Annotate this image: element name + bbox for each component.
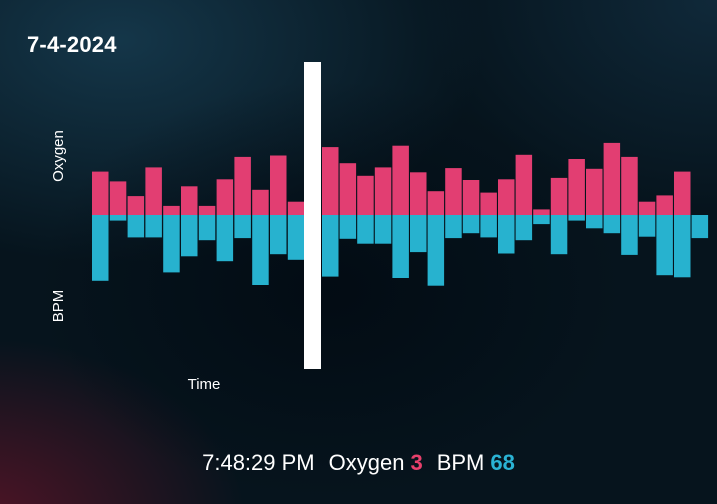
bpm-bar bbox=[638, 215, 656, 237]
bpm-bar bbox=[252, 215, 269, 285]
oxygen-bar bbox=[568, 159, 585, 215]
bpm-bar bbox=[674, 215, 691, 278]
oxygen-bar bbox=[109, 181, 127, 215]
status-time: 7:48:29 PM bbox=[202, 450, 315, 475]
status-bpm-label: BPM bbox=[436, 450, 485, 475]
bpm-bar bbox=[445, 215, 462, 239]
bpm-bar bbox=[550, 215, 568, 255]
bpm-bar bbox=[498, 215, 515, 254]
oxygen-bar bbox=[92, 171, 109, 215]
oxygen-bar bbox=[322, 147, 339, 215]
bpm-bar bbox=[480, 215, 497, 238]
bpm-bar bbox=[427, 215, 445, 286]
oxygen-bar bbox=[586, 168, 603, 215]
x-axis-label-time: Time bbox=[188, 376, 221, 393]
bpm-bar bbox=[515, 215, 533, 241]
oxygen-bar bbox=[674, 171, 691, 215]
oxygen-bar bbox=[145, 167, 162, 215]
bpm-bar bbox=[270, 215, 287, 255]
oxygen-bar bbox=[181, 186, 198, 215]
status-bpm-value: 68 bbox=[490, 450, 515, 475]
oxygen-bar bbox=[533, 209, 550, 215]
bpm-bars bbox=[92, 215, 709, 286]
oxygen-bar bbox=[357, 175, 374, 215]
bpm-bar bbox=[216, 215, 234, 262]
bpm-bar bbox=[691, 215, 709, 239]
bpm-bar bbox=[462, 215, 480, 234]
oxygen-bar bbox=[339, 163, 357, 215]
bpm-bar bbox=[163, 215, 180, 273]
oxygen-bar bbox=[621, 156, 638, 215]
oxygen-bar bbox=[216, 179, 234, 215]
oxygen-bar bbox=[656, 195, 673, 215]
bpm-bar bbox=[568, 215, 585, 221]
oxygen-bar bbox=[270, 155, 287, 215]
bpm-bar bbox=[339, 215, 357, 239]
oxygen-bar bbox=[392, 145, 409, 215]
oxygen-bar bbox=[198, 205, 216, 215]
bpm-bar bbox=[127, 215, 145, 238]
bpm-bar bbox=[145, 215, 162, 238]
oxygen-bar bbox=[638, 201, 656, 215]
bpm-bar bbox=[410, 215, 427, 253]
oxygen-bar bbox=[515, 154, 533, 215]
bpm-bar bbox=[374, 215, 392, 244]
bpm-bar bbox=[234, 215, 251, 239]
oxygen-bar bbox=[445, 168, 462, 215]
oxygen-bar bbox=[127, 196, 145, 215]
bpm-bar bbox=[357, 215, 374, 244]
oxygen-bar bbox=[287, 201, 305, 215]
bpm-bar bbox=[656, 215, 673, 276]
bpm-bar bbox=[621, 215, 638, 255]
bpm-bar bbox=[392, 215, 409, 278]
status-bar: 7:48:29 PM Oxygen 3 BPM 68 bbox=[0, 450, 717, 476]
oxygen-bar bbox=[462, 180, 480, 215]
oxygen-bars bbox=[92, 142, 691, 215]
bpm-bar bbox=[109, 215, 127, 221]
oxygen-bar bbox=[498, 179, 515, 215]
y-axis-label-bpm: BPM bbox=[50, 290, 67, 323]
time-cursor[interactable] bbox=[304, 62, 321, 369]
oxygen-bar bbox=[374, 167, 392, 215]
bpm-bar bbox=[586, 215, 603, 229]
oxygen-bar bbox=[234, 156, 251, 215]
oxygen-bar bbox=[427, 191, 445, 215]
oxygen-bar bbox=[410, 172, 427, 215]
oxygen-bar bbox=[603, 142, 621, 215]
oxygen-bar bbox=[252, 189, 269, 215]
bpm-bar bbox=[181, 215, 198, 257]
bpm-bar bbox=[533, 215, 550, 225]
bpm-bar bbox=[198, 215, 216, 241]
status-oxygen-value: 3 bbox=[410, 450, 423, 475]
bar-chart: Oxygen BPM Time bbox=[50, 62, 709, 393]
status-oxygen-label: Oxygen bbox=[328, 450, 405, 475]
y-axis-label-oxygen: Oxygen bbox=[50, 130, 67, 182]
oxygen-bar bbox=[480, 192, 497, 215]
oxygen-bar bbox=[550, 177, 568, 215]
bpm-bar bbox=[603, 215, 621, 234]
bpm-bar bbox=[322, 215, 339, 277]
bpm-bar bbox=[92, 215, 109, 281]
bpm-bar bbox=[287, 215, 305, 260]
oxygen-bar bbox=[163, 205, 180, 215]
